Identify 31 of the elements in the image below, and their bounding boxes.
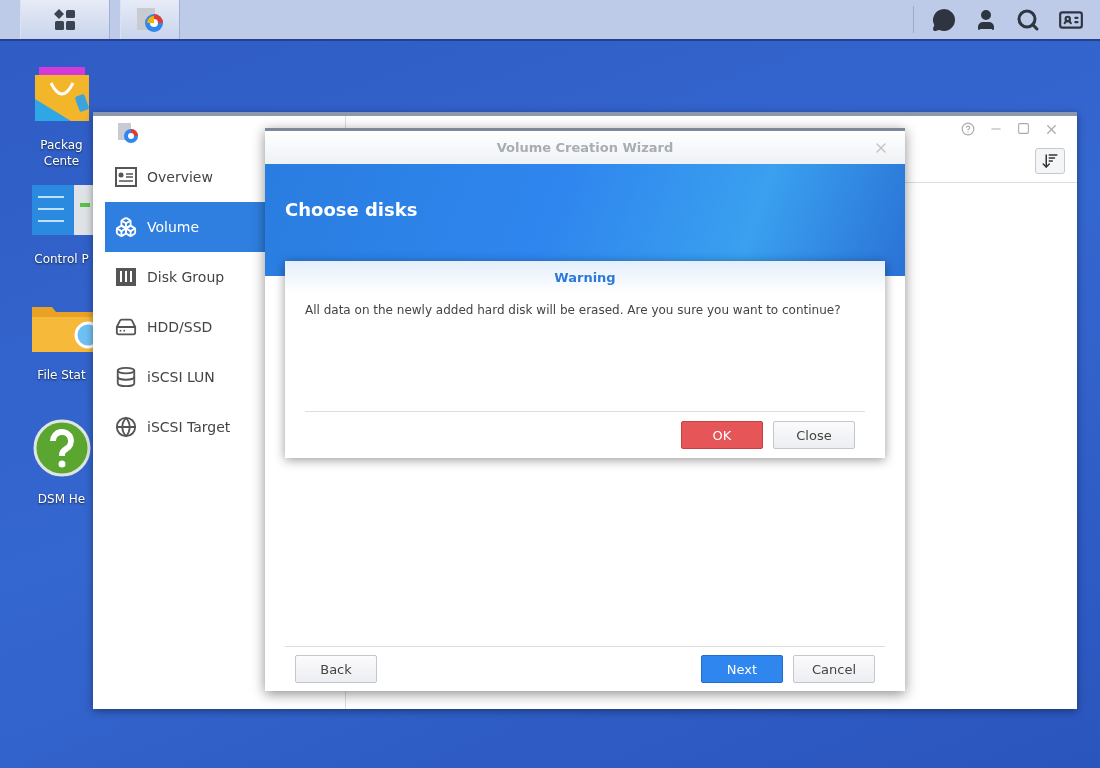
sidebar-item[interactable]: iSCSI LUN bbox=[105, 352, 345, 402]
chat-icon[interactable] bbox=[932, 7, 956, 32]
dialog-title: Warning bbox=[285, 261, 885, 293]
desktop-icon-label[interactable]: File Stat bbox=[37, 367, 86, 383]
desktop-icon-label[interactable]: Control P bbox=[34, 251, 89, 267]
database-icon bbox=[115, 366, 137, 388]
dialog-title: Volume Creation Wizard bbox=[496, 140, 674, 155]
search-icon[interactable] bbox=[1016, 7, 1040, 32]
help-icon bbox=[32, 419, 91, 477]
cubes-icon bbox=[115, 216, 137, 238]
storage-manager-taskbar-button[interactable] bbox=[120, 0, 180, 39]
storage-chart-icon bbox=[135, 5, 165, 34]
apps-icon bbox=[53, 7, 77, 32]
dialog-button[interactable]: Close bbox=[773, 421, 855, 449]
disk-group-icon bbox=[115, 267, 137, 287]
hard-drive-icon bbox=[115, 316, 137, 338]
warning-message: All data on the newly added hard disk will be erased. Are you sure you want to continue? bbox=[305, 303, 842, 319]
sort-button[interactable] bbox=[1035, 148, 1065, 174]
dialog-button[interactable]: Cancel bbox=[793, 655, 875, 683]
storage-chart-icon bbox=[117, 122, 139, 144]
card-icon bbox=[115, 167, 137, 187]
dialog-button[interactable]: OK bbox=[681, 421, 763, 449]
globe-icon bbox=[115, 416, 137, 438]
dialog-button[interactable]: Back bbox=[295, 655, 377, 683]
desktop-icon-label[interactable]: Packag Cente bbox=[40, 137, 83, 169]
sidebar-item[interactable]: iSCSI Target bbox=[105, 402, 345, 452]
desktop-icon-label[interactable]: DSM He bbox=[37, 491, 86, 507]
sort-icon bbox=[1041, 152, 1059, 170]
control-panel-icon bbox=[30, 183, 93, 237]
dialog-button[interactable]: Next bbox=[701, 655, 783, 683]
main-menu-button[interactable] bbox=[20, 0, 110, 39]
